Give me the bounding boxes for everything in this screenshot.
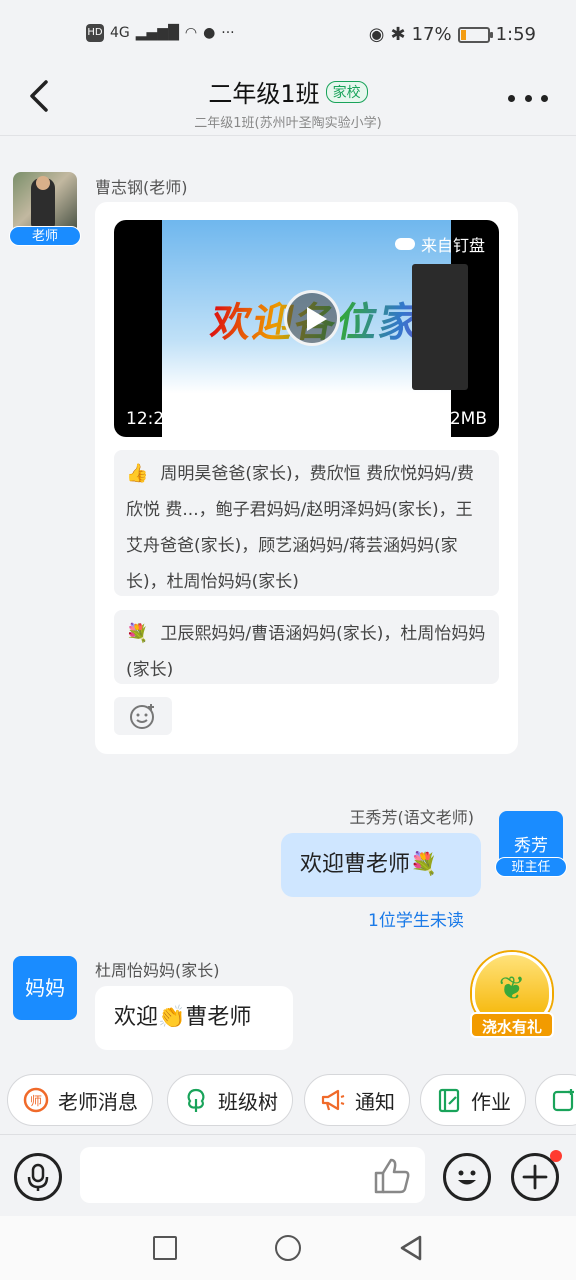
group-type-tag: 家校	[325, 80, 368, 103]
teacher-icon: 师	[22, 1086, 50, 1114]
svg-text:师: 师	[30, 1094, 42, 1108]
like-reactions[interactable]: 👍 周明昊爸爸(家长)，费欣恒 费欣悦妈妈/费欣悦 费...，鲍子君妈妈/赵明泽妈…	[114, 450, 499, 596]
sprout-icon: ❦	[498, 969, 526, 1007]
add-reaction-button[interactable]	[114, 697, 172, 735]
teacher-message-card: 欢迎各位家长 来自钉盘 12:22 78.2MB 👍周明昊爸爸(家长)，费欣恒 …	[95, 202, 518, 754]
more-options-icon[interactable]	[508, 88, 548, 108]
self-sender-name: 王秀芳(语文老师)	[349, 808, 475, 827]
homework-icon	[435, 1086, 463, 1114]
teacher-messages-label: 老师消息	[58, 1089, 138, 1114]
smiley-icon	[458, 1170, 476, 1185]
status-icons-right: ◉ ✱ 17% 1:59	[369, 24, 536, 45]
class-tree-label: 班级树	[218, 1089, 278, 1114]
next-action-chip[interactable]	[535, 1074, 576, 1126]
watering-reward-promo[interactable]: ❦ 浇水有礼	[464, 948, 560, 1044]
teacher-role-badge: 老师	[9, 226, 81, 246]
parent-message-bubble[interactable]: 欢迎👏曹老师	[95, 986, 293, 1050]
signal-icon: ▂▄▆█	[135, 25, 179, 41]
battery-icon	[457, 26, 493, 43]
notice-chip[interactable]: 通知	[304, 1074, 410, 1126]
system-nav-bar	[0, 1216, 576, 1280]
recent-apps-icon[interactable]	[153, 1236, 177, 1260]
like-reactions-text: 周明昊爸爸(家长)，费欣恒 费欣悦妈妈/费欣悦 费...，鲍子君妈妈/赵明泽妈妈…	[126, 464, 474, 592]
flower-icon: 💐	[126, 623, 149, 644]
video-message[interactable]: 欢迎各位家长 来自钉盘 12:22 78.2MB	[114, 220, 499, 437]
self-message-bubble[interactable]: 欢迎曹老师💐	[281, 833, 481, 897]
wifi-icon: ◠	[184, 25, 198, 41]
thumbs-up-send-icon[interactable]	[372, 1157, 412, 1195]
more-functions-button[interactable]	[511, 1150, 562, 1201]
video-side-panel	[412, 264, 468, 390]
thumbs-up-icon: 👍	[126, 463, 149, 484]
app-notification-icon: ●	[203, 25, 216, 41]
status-bar: HD 4G ▂▄▆█ ◠ ● ··· ◉ ✱ 17% 1:59	[0, 0, 576, 72]
homework-chip[interactable]: 作业	[420, 1074, 526, 1126]
plus-icon	[522, 1164, 548, 1190]
input-bar	[0, 1134, 576, 1216]
notification-dot	[550, 1150, 562, 1162]
video-source-label: 来自钉盘	[420, 236, 485, 255]
page-title: 二年级1班	[208, 80, 320, 108]
cloud-icon	[394, 238, 415, 250]
teacher-sender-name: 曹志钢(老师)	[95, 178, 188, 197]
class-tree-chip[interactable]: 班级树	[167, 1074, 293, 1126]
chat-header: 二年级1班 家校 二年级1班(苏州叶圣陶实验小学)	[0, 72, 576, 136]
flower-reactions-text: 卫辰熙妈妈/曹语涵妈妈(家长)，杜周怡妈妈(家长)	[126, 624, 486, 680]
microphone-icon	[27, 1163, 49, 1191]
parent-avatar[interactable]: 妈妈	[13, 956, 77, 1020]
add-emoji-icon	[130, 704, 154, 729]
home-icon[interactable]	[275, 1235, 301, 1261]
parent-sender-name: 杜周怡妈妈(家长)	[95, 961, 220, 980]
more-notifications-icon: ···	[221, 25, 235, 41]
promo-label: 浇水有礼	[470, 1012, 554, 1038]
clock: 1:59	[495, 24, 536, 45]
eye-icon: ◉	[368, 24, 385, 45]
flower-reactions[interactable]: 💐 卫辰熙妈妈/曹语涵妈妈(家长)，杜周怡妈妈(家长)	[114, 610, 499, 684]
unread-status[interactable]: 1位学生未读	[368, 906, 464, 931]
self-avatar-text: 秀芳	[514, 836, 548, 856]
tree-icon	[182, 1086, 210, 1114]
quick-actions-bar: 师 老师消息 班级树 通知 作业	[0, 1070, 576, 1130]
bluetooth-icon: ✱	[390, 24, 406, 45]
homework-label: 作业	[471, 1089, 511, 1114]
play-icon[interactable]	[284, 290, 340, 346]
video-source: 来自钉盘	[394, 232, 485, 256]
battery-percent: 17%	[411, 24, 452, 45]
voice-input-button[interactable]	[14, 1153, 62, 1201]
teacher-messages-chip[interactable]: 师 老师消息	[7, 1074, 153, 1126]
self-role-badge: 班主任	[495, 857, 567, 877]
signal-label: 4G	[110, 25, 130, 41]
megaphone-icon	[319, 1086, 347, 1114]
status-icons-left: HD 4G ▂▄▆█ ◠ ● ···	[86, 24, 235, 42]
video-duration: 12:22	[126, 409, 175, 429]
system-back-icon[interactable]	[398, 1235, 424, 1261]
hd-icon: HD	[86, 24, 104, 42]
page-subtitle: 二年级1班(苏州叶圣陶实验小学)	[194, 116, 382, 131]
notice-label: 通知	[355, 1089, 395, 1114]
title-area: 二年级1班 家校 二年级1班(苏州叶圣陶实验小学)	[0, 74, 576, 131]
emoji-button[interactable]	[443, 1153, 491, 1201]
add-app-icon	[550, 1086, 576, 1114]
video-size: 78.2MB	[422, 409, 487, 429]
